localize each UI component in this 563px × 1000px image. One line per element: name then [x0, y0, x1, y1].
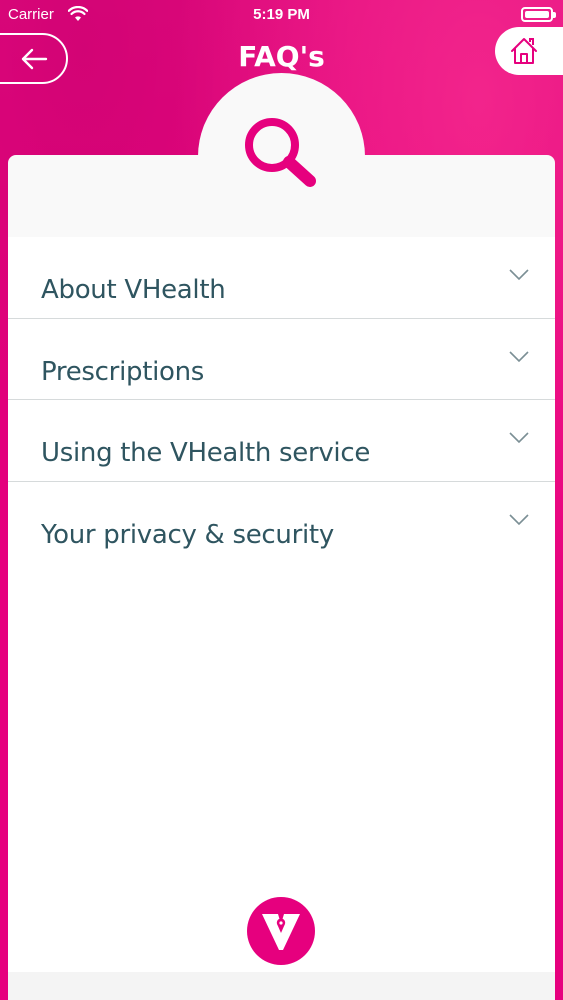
faq-item-label: Prescriptions: [41, 356, 205, 387]
faq-item-using-service[interactable]: Using the VHealth service: [8, 400, 555, 482]
faq-item-label: About VHealth: [41, 275, 226, 305]
faq-item-about[interactable]: About VHealth: [8, 237, 555, 319]
faq-list: About VHealth Prescriptions Using the VH…: [8, 237, 555, 972]
status-bar: Carrier 5:19 PM: [0, 0, 563, 30]
chevron-down-icon: [509, 432, 529, 444]
vhealth-logo: [247, 897, 315, 965]
faq-item-label: Using the VHealth service: [41, 438, 371, 468]
chevron-down-icon: [509, 513, 529, 525]
faq-item-prescriptions[interactable]: Prescriptions: [8, 319, 555, 400]
search-icon: [245, 118, 316, 187]
footer: [8, 972, 555, 1000]
home-icon: [511, 38, 537, 64]
page-title: FAQ's: [238, 40, 325, 73]
chevron-down-icon: [509, 350, 529, 362]
home-button[interactable]: [495, 27, 563, 75]
status-time: 5:19 PM: [253, 6, 310, 23]
faq-item-label: Your privacy & security: [41, 519, 334, 550]
vhealth-logo-icon: [262, 914, 300, 950]
battery-icon: [521, 7, 556, 22]
chevron-down-icon: [509, 269, 529, 281]
faq-item-privacy-security[interactable]: Your privacy & security: [8, 482, 555, 564]
